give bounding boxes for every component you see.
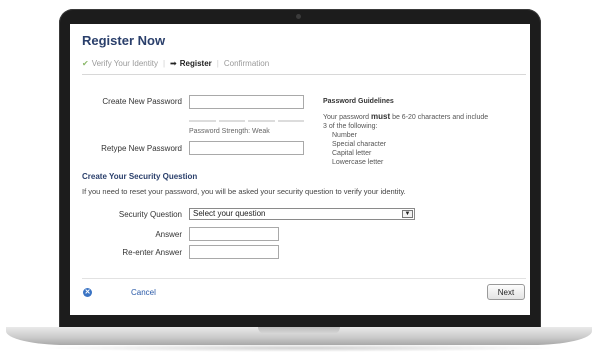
step-divider: | xyxy=(162,59,166,68)
guidelines-text-must: must xyxy=(371,112,391,121)
step-verify-identity: Verify Your Identity xyxy=(91,59,158,68)
check-icon: ✔ xyxy=(82,59,89,68)
answer-input[interactable] xyxy=(189,227,279,241)
laptop-screen: Register Now ✔ Verify Your Identity | ➡ Regi… xyxy=(70,24,530,315)
step-confirmation: Confirmation xyxy=(223,59,270,68)
security-section-title: Create Your Security Question xyxy=(82,172,198,181)
security-question-select[interactable]: Select your question ▼ xyxy=(189,208,415,220)
password-strength-text: Password Strength: Weak xyxy=(189,128,270,135)
security-question-label: Security Question xyxy=(118,210,182,219)
strength-segment xyxy=(189,120,216,122)
guideline-item: Capital letter xyxy=(332,150,372,157)
arrow-right-icon: ➡ xyxy=(170,59,177,68)
guidelines-text-pre: Your password xyxy=(323,114,371,121)
camera-icon xyxy=(296,14,301,19)
answer-label: Answer xyxy=(155,230,182,239)
guideline-item: Number xyxy=(332,132,357,139)
step-divider: | xyxy=(216,59,219,68)
chevron-down-icon[interactable]: ▼ xyxy=(402,210,413,218)
footer-divider xyxy=(82,278,526,279)
reenter-answer-input[interactable] xyxy=(189,245,279,259)
password-guidelines-title: Password Guidelines xyxy=(323,98,394,105)
cancel-link[interactable]: Cancel xyxy=(131,288,156,297)
retype-password-label: Retype New Password xyxy=(101,144,182,153)
step-register: Register xyxy=(179,59,212,68)
laptop-shadow xyxy=(40,344,558,352)
strength-segment xyxy=(218,120,245,122)
laptop-notch xyxy=(258,327,340,334)
guideline-item: Special character xyxy=(332,141,387,148)
progress-steps: ✔ Verify Your Identity | ➡ Register | Confirma… xyxy=(82,59,269,68)
strength-segment xyxy=(248,120,275,122)
security-section-description: If you need to reset your password, you … xyxy=(82,187,406,196)
reenter-answer-label: Re-enter Answer xyxy=(122,248,182,257)
next-button[interactable]: Next xyxy=(487,284,525,300)
security-question-value: Select your question xyxy=(193,209,266,218)
password-guidelines-text: Your password must be 6-20 characters an… xyxy=(323,112,493,131)
retype-password-input[interactable] xyxy=(189,141,304,155)
new-password-input[interactable] xyxy=(189,95,304,109)
close-circle-icon[interactable]: ✕ xyxy=(83,288,92,297)
strength-segment xyxy=(277,120,304,122)
new-password-label: Create New Password xyxy=(102,97,182,106)
password-strength-meter xyxy=(189,120,304,122)
page-title: Register Now xyxy=(82,33,166,48)
guideline-item: Lowercase letter xyxy=(332,159,384,166)
header-divider xyxy=(82,74,526,75)
password-guidelines-list: Number Special character Capital letter … xyxy=(332,131,386,167)
